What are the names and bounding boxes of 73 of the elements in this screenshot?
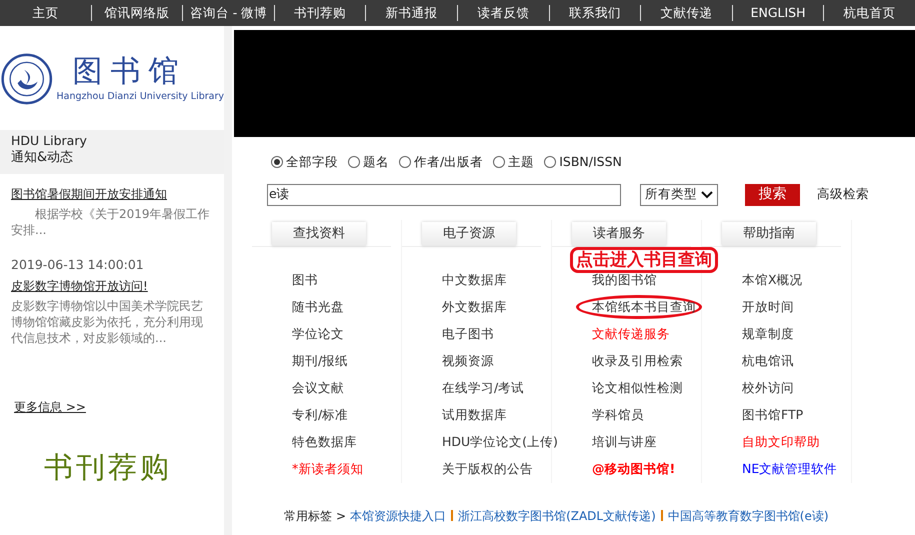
search-button[interactable]: 搜索 <box>745 184 800 206</box>
type-dropdown[interactable]: 所有类型 <box>640 184 718 206</box>
footer-link[interactable]: 中国高等教育数字图书馆(e读) <box>668 506 829 524</box>
resource-link[interactable]: 校外访问 <box>742 378 794 398</box>
nav-link[interactable]: 馆讯网络版 <box>92 4 182 22</box>
recommend-banner[interactable]: 书刊荐购 <box>44 446 172 490</box>
chevron-down-icon <box>701 190 713 199</box>
resource-link[interactable]: 期刊/报纸 <box>292 352 348 370</box>
resource-link[interactable]: 图书 <box>292 270 318 290</box>
nav-link[interactable]: 书刊荐购 <box>274 4 366 22</box>
nav-link[interactable]: 杭电首页 <box>824 4 915 22</box>
resource-link[interactable]: 在线学习/考试 <box>442 378 524 398</box>
resource-link[interactable]: 中文数据库 <box>442 270 507 290</box>
resource-link[interactable]: 随书光盘 <box>292 298 344 316</box>
resource-link[interactable]: @移动图书馆! <box>592 460 676 478</box>
footer-link[interactable]: 浙江高校数字图书馆(ZADL文献传递) <box>458 506 656 524</box>
resource-link[interactable]: 培训与讲座 <box>592 432 657 452</box>
resource-link[interactable]: HDU学位论文(上传) <box>442 432 558 452</box>
resource-link[interactable]: 会议文献 <box>292 378 344 398</box>
advanced-search-link[interactable]: 高级检索 <box>817 185 869 204</box>
nav-link[interactable]: 咨询台 - 微博 <box>183 4 274 22</box>
resource-link[interactable]: 本馆纸本书目查询 <box>592 298 696 316</box>
nav-link[interactable]: 读者反馈 <box>458 4 549 22</box>
resource-link[interactable]: 外文数据库 <box>442 298 507 316</box>
news-summary: 皮影数字博物馆以中国美术学院民艺博物馆馆藏皮影为依托，充分利用现代信息技术，对皮影领域的... <box>11 298 204 346</box>
panel-title: HDU Library <box>11 133 88 149</box>
resource-link[interactable]: *新读者须知 <box>292 460 364 478</box>
resource-link[interactable]: 文献传递服务 <box>592 324 670 344</box>
news-title-link[interactable]: 图书馆暑假期间开放安排通知 <box>11 185 213 203</box>
nav-link[interactable]: 主页 <box>0 4 91 22</box>
section-tab[interactable]: 帮助指南 <box>722 222 816 246</box>
scope-radio[interactable]: 全部字段 <box>271 153 338 172</box>
resource-link[interactable]: 视频资源 <box>442 352 494 370</box>
resource-link[interactable]: 学科馆员 <box>592 406 644 424</box>
resource-link[interactable]: 自助文印帮助 <box>742 432 820 452</box>
resource-link[interactable]: NE文献管理软件 <box>742 460 838 478</box>
separator-glyph: > <box>336 508 346 524</box>
resource-link[interactable]: 图书馆FTP <box>742 406 804 424</box>
resource-link[interactable]: 特色数据库 <box>292 432 357 452</box>
resource-link[interactable]: 电子图书 <box>442 324 494 344</box>
panel-subtitle: 通知&动态 <box>11 149 74 167</box>
resource-link[interactable]: 关于版权的公告 <box>442 460 533 478</box>
resource-link[interactable]: 学位论文 <box>292 324 344 344</box>
nav-link[interactable]: 新书通报 <box>366 4 457 22</box>
library-title: 图书馆 <box>72 54 188 90</box>
resource-link[interactable]: 本馆X概况 <box>742 270 803 290</box>
nav-link[interactable]: ENGLISH <box>732 4 824 22</box>
resource-link[interactable]: 开放时间 <box>742 298 794 316</box>
scope-radio[interactable]: 作者/出版者 <box>399 153 484 172</box>
nav-link[interactable]: 文献传递 <box>641 4 732 22</box>
scope-radio[interactable]: 主题 <box>493 153 534 172</box>
section-tab[interactable]: 电子资源 <box>422 222 516 246</box>
resource-link[interactable]: 我的图书馆 <box>592 270 657 290</box>
section-tab[interactable]: 读者服务 <box>572 222 666 246</box>
scope-radio[interactable]: ISBN/ISSN <box>544 153 622 172</box>
callout-annotation: 点击进入书目查询 <box>570 246 718 273</box>
news-title-link[interactable]: 皮影数字博物馆开放访问! <box>11 277 213 295</box>
scope-radio[interactable]: 题名 <box>348 153 389 172</box>
tag-label: 常用标签 <box>284 508 332 524</box>
search-field[interactable]: e读 <box>267 184 621 206</box>
resource-link[interactable]: 论文相似性检测 <box>592 378 683 398</box>
footer-link[interactable]: 本馆资源快捷入口 <box>350 506 446 524</box>
nav-link[interactable]: 联系我们 <box>550 4 640 22</box>
news-date: 2019-06-13 14:00:01 <box>11 256 145 274</box>
resource-link[interactable]: 收录及引用检索 <box>592 352 683 370</box>
library-subtitle: Hangzhou Dianzi University Library <box>56 90 224 104</box>
resource-link[interactable]: 专利/标准 <box>292 406 348 424</box>
resource-link[interactable]: 试用数据库 <box>442 406 507 424</box>
resource-link[interactable]: 杭电馆讯 <box>742 352 794 370</box>
resource-link[interactable]: 规章制度 <box>742 324 794 344</box>
more-link[interactable]: 更多信息 >> <box>14 398 86 416</box>
section-tab[interactable]: 查找资料 <box>272 222 366 246</box>
news-summary: 根据学校《关于2019年暑假工作安排... <box>11 206 211 238</box>
